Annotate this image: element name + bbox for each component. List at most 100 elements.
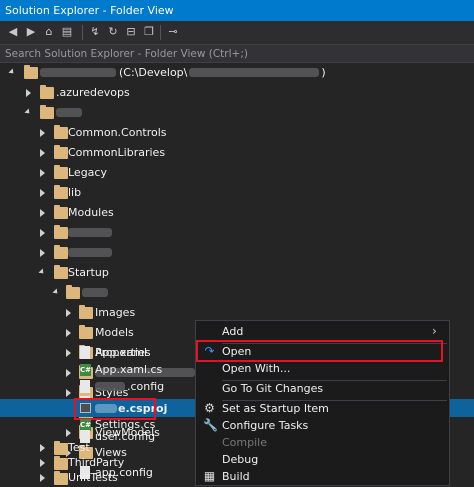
folder-icon bbox=[54, 265, 68, 279]
collapse-all-icon[interactable]: ⊟ bbox=[124, 25, 138, 39]
expand-arrow-icon[interactable] bbox=[38, 268, 48, 278]
menu-item-label: Build bbox=[222, 470, 250, 483]
back-icon[interactable]: ◀ bbox=[6, 25, 20, 39]
collapse-arrow-icon[interactable] bbox=[38, 208, 48, 218]
tree-item-label: Images bbox=[95, 306, 136, 319]
collapse-arrow-icon[interactable] bbox=[38, 168, 48, 178]
gear-icon: ⚙ bbox=[204, 401, 215, 415]
folder-icon bbox=[66, 285, 80, 299]
tree-row[interactable]: Common.Controls bbox=[0, 123, 474, 143]
tree-item-label: App.xaml bbox=[95, 346, 148, 359]
tree-item-label: ThirdParty bbox=[68, 456, 125, 469]
build-icon: ▦ bbox=[203, 469, 216, 483]
forward-icon[interactable]: ▶ bbox=[24, 25, 38, 39]
folder-icon bbox=[54, 185, 68, 199]
config-file-icon bbox=[80, 380, 90, 393]
menu-item-label: Configure Tasks bbox=[222, 419, 309, 432]
collapse-arrow-icon[interactable] bbox=[64, 328, 74, 338]
menu-item-label: Open With... bbox=[222, 362, 291, 375]
tree-item-label: Modules bbox=[68, 206, 114, 219]
menu-item-label: Add bbox=[222, 325, 244, 338]
tree-row[interactable] bbox=[0, 103, 474, 123]
menu-item-label: Debug bbox=[222, 453, 259, 466]
menu-item-label: Set as Startup Item bbox=[222, 402, 329, 415]
redacted-text bbox=[68, 228, 112, 237]
menu-item-add[interactable]: Add › bbox=[196, 322, 449, 342]
search-input[interactable]: Search Solution Explorer - Folder View (… bbox=[0, 45, 474, 63]
collapse-arrow-icon[interactable] bbox=[38, 148, 48, 158]
tree-item-label: Test bbox=[68, 441, 90, 454]
folder-icon bbox=[40, 105, 54, 119]
expand-arrow-icon[interactable] bbox=[24, 108, 34, 118]
folder-icon bbox=[54, 225, 68, 239]
menu-item-open-with[interactable]: Open With... bbox=[196, 359, 449, 379]
collapse-arrow-icon[interactable] bbox=[38, 458, 48, 468]
menu-item-go-to-git-changes[interactable]: Go To Git Changes bbox=[196, 379, 449, 399]
folder-icon bbox=[54, 441, 68, 455]
menu-item-label: Compile bbox=[222, 436, 267, 449]
menu-item-label: Go To Git Changes bbox=[222, 382, 324, 395]
tree-item-label: UnitTests bbox=[68, 471, 118, 484]
tree-item-label: App.xaml.cs bbox=[95, 363, 163, 376]
tree-row[interactable]: CommonLibraries bbox=[0, 143, 474, 163]
expand-arrow-icon[interactable] bbox=[52, 288, 62, 298]
highlight-box bbox=[196, 340, 443, 362]
tree-item-label: lib bbox=[68, 186, 82, 199]
collapse-arrow-icon[interactable] bbox=[38, 128, 48, 138]
collapse-arrow-icon[interactable] bbox=[38, 443, 48, 453]
expand-arrow-icon[interactable] bbox=[8, 68, 18, 78]
tree-row[interactable]: Legacy bbox=[0, 163, 474, 183]
collapse-arrow-icon[interactable] bbox=[38, 248, 48, 258]
collapse-arrow-icon[interactable] bbox=[38, 228, 48, 238]
home-icon[interactable]: ⌂ bbox=[42, 25, 56, 39]
collapse-arrow-icon[interactable] bbox=[38, 188, 48, 198]
root-path-label: (C:\Develop\) bbox=[119, 66, 326, 79]
folder-icon bbox=[54, 165, 68, 179]
tree-item-label: Legacy bbox=[68, 166, 107, 179]
window-title: Solution Explorer - Folder View bbox=[5, 4, 174, 17]
toolbar: ◀ ▶ ⌂ ▤ ↯ ↻ ⊟ ❐ ⊸ bbox=[0, 21, 474, 45]
redacted-text bbox=[68, 248, 112, 257]
xaml-file-icon bbox=[80, 346, 90, 359]
redacted-text bbox=[56, 108, 82, 117]
tree-item-label: Startup bbox=[68, 266, 109, 279]
tree-item-label: .azuredevops bbox=[56, 86, 130, 99]
folder-icon bbox=[54, 205, 68, 219]
pending-changes-icon[interactable]: ↯ bbox=[88, 25, 102, 39]
csharp-file-icon: C# bbox=[80, 364, 92, 376]
tree-row[interactable]: .azuredevops bbox=[0, 83, 474, 103]
wrench-icon: 🔧 bbox=[203, 418, 218, 432]
folder-icon bbox=[40, 85, 54, 99]
tree-row[interactable] bbox=[0, 223, 474, 243]
collapse-arrow-icon[interactable] bbox=[38, 473, 48, 483]
folder-icon bbox=[54, 471, 68, 485]
folder-icon bbox=[54, 125, 68, 139]
folder-icon bbox=[79, 305, 93, 319]
tree-row[interactable] bbox=[0, 283, 474, 303]
show-all-files-icon[interactable]: ❐ bbox=[142, 25, 156, 39]
tree-item-label: Common.Controls bbox=[68, 126, 167, 139]
tree-row-root[interactable]: (C:\Develop\) bbox=[0, 63, 474, 83]
tree-item-label: Models bbox=[95, 326, 134, 339]
redacted-text bbox=[40, 68, 116, 77]
tree-row[interactable]: Modules bbox=[0, 203, 474, 223]
collapse-arrow-icon[interactable] bbox=[24, 88, 34, 98]
menu-item-build[interactable]: ▦ Build bbox=[196, 467, 449, 487]
tree-row[interactable]: Startup bbox=[0, 263, 474, 283]
folder-icon bbox=[24, 65, 38, 79]
refresh-icon[interactable]: ↻ bbox=[106, 25, 120, 39]
tree-item-label: CommonLibraries bbox=[68, 146, 166, 159]
submenu-arrow-icon: › bbox=[432, 324, 437, 338]
folder-icon bbox=[79, 325, 93, 339]
toolbar-separator bbox=[82, 25, 83, 40]
window-title-bar: Solution Explorer - Folder View bbox=[0, 0, 474, 21]
collapse-arrow-icon[interactable] bbox=[64, 308, 74, 318]
folder-icon bbox=[54, 456, 68, 470]
tree-row[interactable] bbox=[0, 243, 474, 263]
toolbar-separator bbox=[160, 25, 161, 40]
tree-item-label: .config bbox=[127, 380, 165, 393]
tree-row[interactable]: lib bbox=[0, 183, 474, 203]
properties-icon[interactable]: ⊸ bbox=[166, 25, 180, 39]
switch-views-icon[interactable]: ▤ bbox=[60, 25, 74, 39]
redacted-text bbox=[82, 288, 108, 297]
